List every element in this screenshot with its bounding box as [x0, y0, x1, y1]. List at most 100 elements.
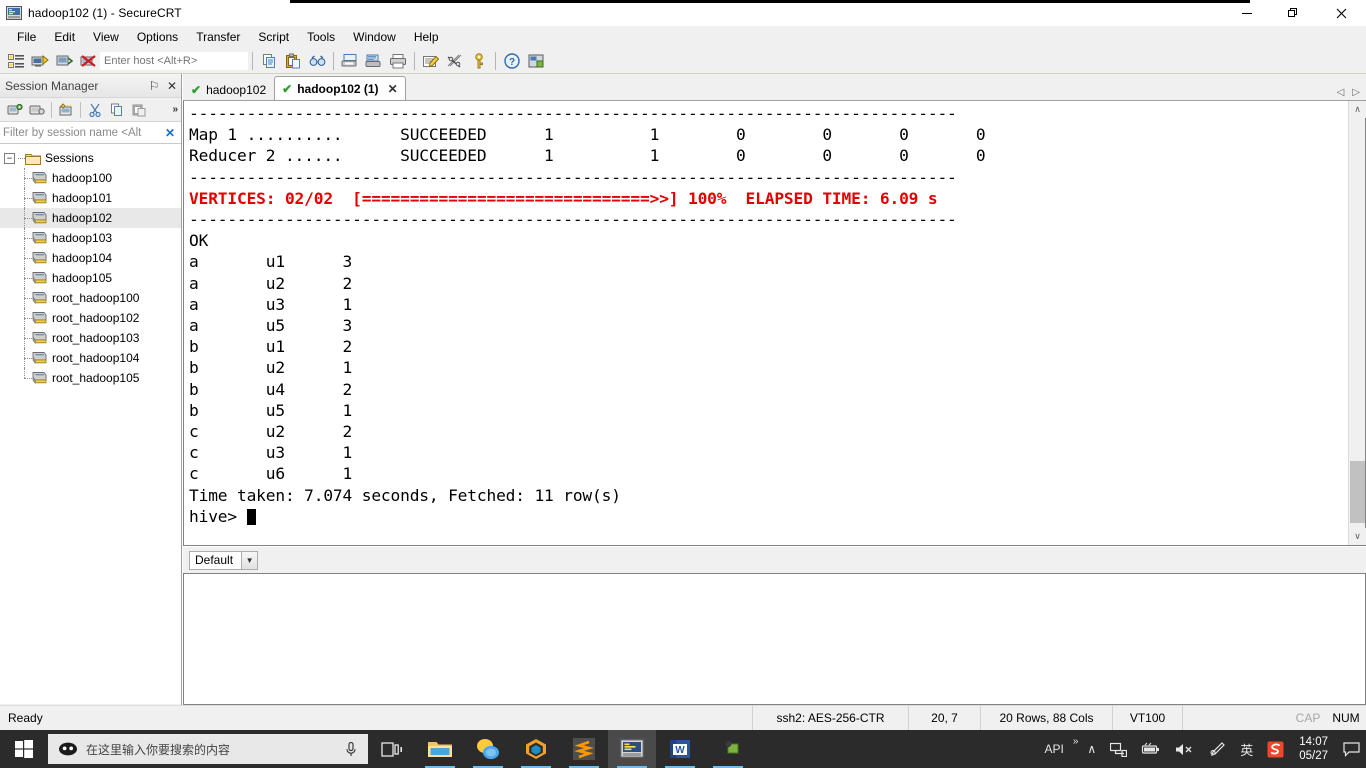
tab-bar: ✔ hadoop102 ✔ hadoop102 (1) ✕ ◁ ▷ [183, 74, 1366, 102]
disconnect-icon[interactable] [77, 50, 99, 72]
menu-window[interactable]: Window [344, 27, 405, 47]
close-icon[interactable]: ✕ [163, 77, 181, 95]
new-folder-icon[interactable] [27, 100, 47, 120]
quick-connect-icon[interactable] [53, 50, 75, 72]
pen-icon[interactable] [1202, 730, 1233, 768]
copy-icon[interactable] [258, 50, 280, 72]
restore-button[interactable] [1270, 0, 1316, 26]
connected-check-icon: ✔ [282, 82, 293, 96]
session-item-hadoop101[interactable]: hadoop101 [0, 188, 181, 208]
tray-api-label[interactable]: API [1038, 730, 1071, 768]
cut-icon[interactable] [85, 100, 105, 120]
terminal-area: ----------------------------------------… [183, 100, 1366, 546]
paste-icon[interactable] [282, 50, 304, 72]
paste-icon[interactable] [129, 100, 149, 120]
session-item-root_hadoop102[interactable]: root_hadoop102 [0, 308, 181, 328]
connect-icon[interactable] [29, 50, 51, 72]
menu-file[interactable]: File [8, 27, 45, 47]
menu-edit[interactable]: Edit [45, 27, 84, 47]
menu-options[interactable]: Options [128, 27, 187, 47]
session-manager-icon[interactable] [5, 50, 27, 72]
volume-muted-icon[interactable] [1168, 730, 1202, 768]
windows-taskbar: 在这里输入你要搜索的内容 W API » ∧ 英 14:07 05/27 [0, 730, 1366, 768]
action-center-icon[interactable] [1336, 730, 1366, 768]
find-icon[interactable] [306, 50, 328, 72]
taskbar-search-box[interactable]: 在这里输入你要搜索的内容 [48, 734, 368, 764]
close-button[interactable] [1316, 0, 1366, 26]
tree-root-sessions[interactable]: − Sessions [0, 148, 181, 168]
session-item-root_hadoop103[interactable]: root_hadoop103 [0, 328, 181, 348]
session-tree: − Sessions hadoop100 hadoop101 hadoop102 ha… [0, 144, 181, 704]
window-title: hadoop102 (1) - SecureCRT [28, 5, 182, 20]
session-options-icon[interactable] [420, 50, 442, 72]
qq-icon[interactable] [464, 730, 512, 768]
session-item-hadoop104[interactable]: hadoop104 [0, 248, 181, 268]
toolbar-overflow-icon[interactable]: » [172, 104, 178, 115]
menu-help[interactable]: Help [405, 27, 448, 47]
scroll-up-icon[interactable]: ∧ [1349, 101, 1366, 118]
start-button[interactable] [0, 730, 48, 768]
arrange-icon[interactable] [525, 50, 547, 72]
clear-filter-icon[interactable]: ✕ [165, 126, 181, 140]
new-session-wizard-icon[interactable] [56, 100, 76, 120]
session-icon [31, 211, 48, 226]
tab-hadoop102-1[interactable]: ✔ hadoop102 (1) ✕ [274, 76, 406, 102]
menu-view[interactable]: View [84, 27, 128, 47]
command-window-input[interactable] [183, 573, 1366, 705]
chevron-down-icon[interactable]: ▼ [241, 551, 258, 569]
collapse-icon[interactable]: − [4, 152, 15, 164]
tab-label: hadoop102 (1) [297, 82, 379, 96]
tray-chevron-up-icon[interactable]: ∧ [1080, 730, 1103, 768]
sublime-text-icon[interactable] [560, 730, 608, 768]
sogou-input-icon[interactable] [1260, 730, 1291, 768]
terminal-line: ----------------------------------------… [189, 210, 957, 230]
session-item-hadoop105[interactable]: hadoop105 [0, 268, 181, 288]
print-screen-icon[interactable] [339, 50, 361, 72]
microphone-icon[interactable] [344, 741, 358, 758]
battery-icon[interactable] [1134, 730, 1168, 768]
session-item-root_hadoop100[interactable]: root_hadoop100 [0, 288, 181, 308]
tab-hadoop102[interactable]: ✔ hadoop102 [183, 78, 275, 102]
tree-root-label: Sessions [45, 151, 94, 165]
log-session-icon[interactable] [363, 50, 385, 72]
terminal-scrollbar[interactable]: ∧ ∨ [1348, 101, 1366, 545]
tab-scroll-right-icon[interactable]: ▷ [1352, 87, 1360, 98]
tab-scroll-left-icon[interactable]: ◁ [1337, 87, 1345, 98]
scrollbar-thumb[interactable] [1350, 461, 1365, 523]
print-icon[interactable] [387, 50, 409, 72]
menu-tools[interactable]: Tools [298, 27, 344, 47]
terminal-screen[interactable]: ----------------------------------------… [184, 101, 1348, 545]
taskbar-search-input[interactable]: 在这里输入你要搜索的内容 [86, 741, 344, 758]
session-filter-input[interactable]: Filter by session name <Alt [3, 127, 165, 139]
xshell-icon[interactable] [704, 730, 752, 768]
session-item-hadoop100[interactable]: hadoop100 [0, 168, 181, 188]
taskbar-clock[interactable]: 14:07 05/27 [1291, 730, 1336, 768]
help-icon[interactable]: ? [501, 50, 523, 72]
securecrt-icon[interactable] [608, 730, 656, 768]
copy-icon[interactable] [107, 100, 127, 120]
session-item-root_hadoop105[interactable]: root_hadoop105 [0, 368, 181, 388]
host-input[interactable] [100, 51, 248, 70]
word-icon[interactable]: W [656, 730, 704, 768]
ime-language-label[interactable]: 英 [1233, 730, 1260, 768]
tray-overflow-icon[interactable]: » [1071, 730, 1081, 768]
key-icon[interactable] [468, 50, 490, 72]
scroll-down-icon[interactable]: ∨ [1349, 528, 1366, 545]
session-item-hadoop102[interactable]: hadoop102 [0, 208, 181, 228]
task-view-icon[interactable] [368, 730, 416, 768]
session-item-hadoop103[interactable]: hadoop103 [0, 228, 181, 248]
pin-icon[interactable]: ⚐ [145, 77, 163, 95]
tab-close-icon[interactable]: ✕ [388, 82, 398, 96]
menu-script[interactable]: Script [249, 27, 298, 47]
command-profile-select[interactable]: Default ▼ [189, 550, 259, 570]
separator [80, 101, 81, 118]
network-icon[interactable] [1103, 730, 1134, 768]
new-session-icon[interactable] [5, 100, 25, 120]
file-explorer-icon[interactable] [416, 730, 464, 768]
session-item-root_hadoop104[interactable]: root_hadoop104 [0, 348, 181, 368]
global-options-icon[interactable] [444, 50, 466, 72]
status-screen-size: 20 Rows, 88 Cols [980, 705, 1112, 731]
menu-transfer[interactable]: Transfer [187, 27, 249, 47]
vmware-icon[interactable] [512, 730, 560, 768]
minimize-button[interactable] [1224, 0, 1270, 26]
